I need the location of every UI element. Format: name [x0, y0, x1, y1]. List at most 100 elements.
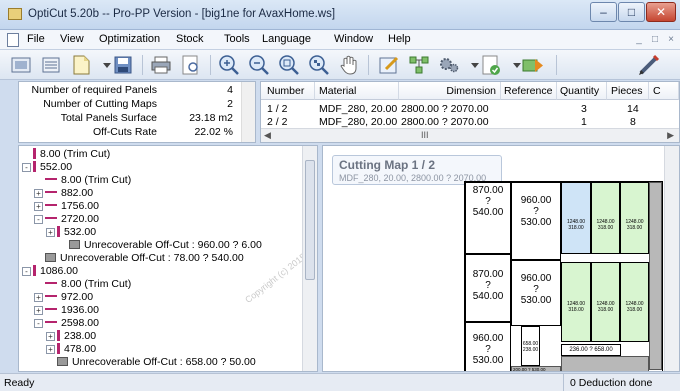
- print-preview-icon[interactable]: [178, 53, 204, 77]
- column-header-material[interactable]: Material: [315, 82, 399, 100]
- panel-piece[interactable]: 870.00 ? 540.00: [465, 254, 511, 322]
- menu-language[interactable]: Language: [262, 33, 311, 45]
- settings-gears-icon[interactable]: [436, 53, 462, 77]
- tree-node[interactable]: 8.00 (Trim Cut): [45, 278, 131, 291]
- scroll-thumb-grip[interactable]: III: [421, 130, 429, 140]
- panels-list-icon[interactable]: [8, 53, 34, 77]
- collapse-icon[interactable]: -: [22, 267, 31, 276]
- expand-icon[interactable]: +: [34, 202, 43, 211]
- column-header-pieces[interactable]: Pieces: [607, 82, 649, 100]
- expand-icon[interactable]: +: [34, 189, 43, 198]
- offcut-strip[interactable]: [649, 182, 662, 370]
- tree-node[interactable]: +972.00: [34, 291, 93, 304]
- menu-file[interactable]: File: [27, 33, 45, 45]
- stock-sheet[interactable]: 870.00 ? 540.00 960.00 ? 530.00 870.00 ?…: [464, 181, 663, 371]
- cutting-scheme-icon[interactable]: [406, 53, 432, 77]
- tree-node[interactable]: 8.00 (Trim Cut): [45, 174, 131, 187]
- stats-scrollbar[interactable]: [241, 82, 255, 142]
- close-button[interactable]: ✕: [646, 2, 676, 22]
- menu-optimization[interactable]: Optimization: [99, 33, 160, 45]
- pen-icon[interactable]: [636, 53, 662, 77]
- print-icon[interactable]: [148, 53, 174, 77]
- panel-piece[interactable]: 1248.00 318.00: [561, 262, 591, 342]
- offcut-strip[interactable]: [561, 356, 649, 371]
- offcut-icon: [57, 357, 68, 366]
- expand-icon[interactable]: +: [46, 332, 55, 341]
- stock-list-icon[interactable]: [38, 53, 64, 77]
- cutting-map-view[interactable]: Cutting Map 1 / 2 MDF_280, 20.00, 2800.0…: [322, 145, 680, 372]
- report-dropdown-chevron-icon[interactable]: [504, 53, 521, 77]
- column-header-quantity[interactable]: Quantity: [557, 82, 607, 100]
- column-header-dimension[interactable]: Dimension: [399, 82, 501, 100]
- tree-node[interactable]: - 2598.00: [34, 317, 99, 330]
- tree-node[interactable]: +1936.00: [34, 304, 99, 317]
- report-icon[interactable]: [478, 53, 504, 77]
- menu-view[interactable]: View: [60, 33, 84, 45]
- tree-node[interactable]: -1086.00: [22, 265, 78, 278]
- zoom-fit-icon[interactable]: [276, 53, 302, 77]
- menu-window[interactable]: Window: [334, 33, 373, 45]
- tree-node[interactable]: Unrecoverable Off-Cut : 78.00 ? 540.00: [45, 252, 244, 265]
- menu-stock[interactable]: Stock: [176, 33, 204, 45]
- tree-node[interactable]: +238.00: [46, 330, 96, 343]
- collapse-icon[interactable]: -: [22, 163, 31, 172]
- table-horizontal-scrollbar[interactable]: ◀ III ▶: [261, 128, 679, 142]
- new-document-icon[interactable]: [68, 53, 94, 77]
- pan-hand-icon[interactable]: [336, 53, 362, 77]
- zoom-in-icon[interactable]: [216, 53, 242, 77]
- mdi-minimize-button[interactable]: _: [632, 33, 646, 46]
- save-icon[interactable]: [110, 53, 136, 77]
- menu-tools[interactable]: Tools: [224, 33, 250, 45]
- panel-piece[interactable]: 960.00 ? 530.00: [465, 322, 511, 371]
- new-dropdown-chevron-icon[interactable]: [94, 53, 111, 77]
- mdi-close-button[interactable]: ×: [664, 33, 678, 46]
- expand-icon[interactable]: +: [34, 306, 43, 315]
- zoom-out-icon[interactable]: [246, 53, 272, 77]
- panel-piece[interactable]: 1248.00 318.00: [591, 262, 620, 342]
- collapse-icon[interactable]: -: [34, 319, 43, 328]
- piece-height: 318.00: [568, 307, 584, 313]
- column-header-number[interactable]: Number: [261, 82, 315, 100]
- panel-piece[interactable]: 870.00 ? 540.00: [465, 182, 511, 254]
- expand-icon[interactable]: +: [46, 228, 55, 237]
- tree-node[interactable]: +1756.00: [34, 200, 99, 213]
- scroll-thumb[interactable]: [305, 160, 315, 280]
- panel-piece[interactable]: 1248.00 318.00: [620, 182, 649, 254]
- tree-node[interactable]: 8.00 (Trim Cut): [33, 148, 110, 161]
- mdi-restore-button[interactable]: □: [648, 33, 662, 46]
- collapse-icon[interactable]: -: [34, 215, 43, 224]
- panel-piece[interactable]: 236.00 ? 658.00: [561, 344, 621, 356]
- column-header-reference[interactable]: Reference: [501, 82, 557, 100]
- export-icon[interactable]: [520, 53, 546, 77]
- edit-icon[interactable]: [376, 53, 402, 77]
- stat-offcuts-rate: Off-Cuts Rate 22.02 %: [19, 126, 257, 140]
- scroll-left-arrow-icon[interactable]: ◀: [264, 130, 271, 141]
- column-header-c[interactable]: C: [649, 82, 679, 100]
- map-vertical-scrollbar[interactable]: [664, 146, 679, 371]
- tree-node-label: 2598.00: [61, 317, 99, 329]
- panel-piece[interactable]: 658.00 238.00: [521, 326, 540, 366]
- tree-node[interactable]: +532.00: [46, 226, 96, 239]
- settings-dropdown-chevron-icon[interactable]: [462, 53, 479, 77]
- maximize-button[interactable]: □: [618, 2, 645, 22]
- minimize-button[interactable]: –: [590, 2, 617, 22]
- panel-piece[interactable]: 960.00 ? 530.00: [511, 260, 561, 326]
- panel-piece[interactable]: 1248.00 318.00: [620, 262, 649, 342]
- tree-node[interactable]: Unrecoverable Off-Cut : 658.00 ? 50.00: [57, 356, 256, 369]
- panel-piece[interactable]: 960.00 ? 530.00: [511, 182, 561, 260]
- zoom-selection-icon[interactable]: [306, 53, 332, 77]
- tree-vertical-scrollbar[interactable]: [302, 146, 317, 371]
- tree-node[interactable]: +478.00: [46, 343, 96, 356]
- scroll-right-arrow-icon[interactable]: ▶: [667, 130, 674, 141]
- expand-icon[interactable]: +: [46, 345, 55, 354]
- panel-piece[interactable]: 1248.00 318.00: [591, 182, 620, 254]
- expand-icon[interactable]: +: [34, 293, 43, 302]
- tree-node[interactable]: +882.00: [34, 187, 93, 200]
- menu-help[interactable]: Help: [388, 33, 411, 45]
- document-icon[interactable]: [7, 33, 19, 47]
- tree-node[interactable]: Unrecoverable Off-Cut : 960.00 ? 6.00: [69, 239, 262, 252]
- tree-node[interactable]: -552.00: [22, 161, 72, 174]
- piece-times: ?: [485, 196, 491, 207]
- tree-node[interactable]: - 2720.00: [34, 213, 99, 226]
- panel-piece-selected[interactable]: 1248.00 318.00: [561, 182, 591, 254]
